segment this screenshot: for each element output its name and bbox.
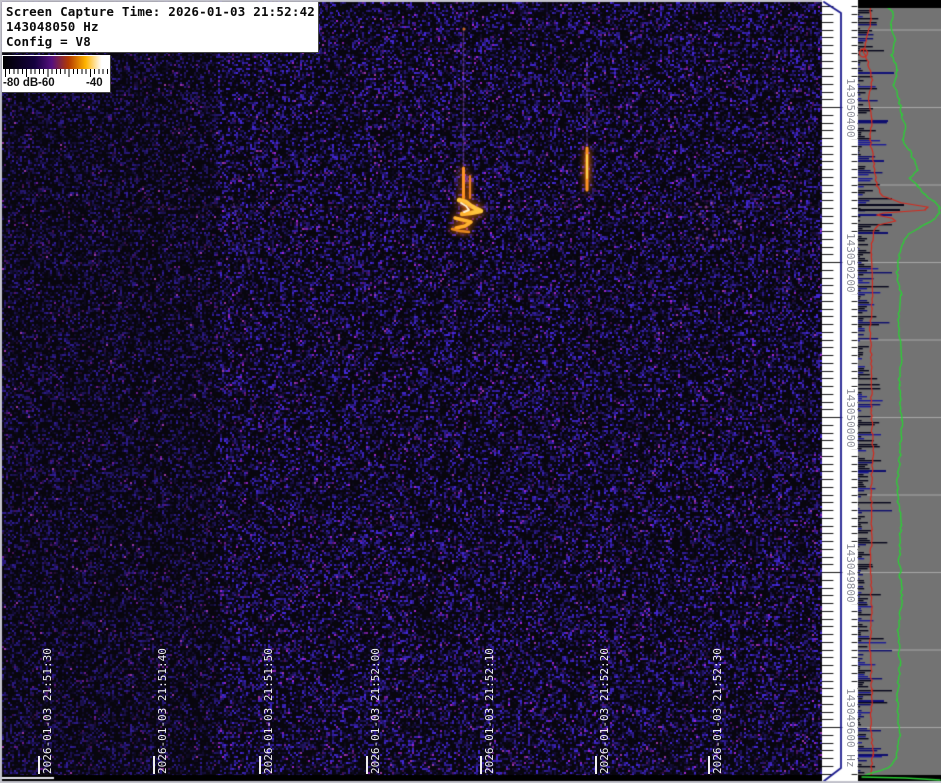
colorbar-gradient xyxy=(3,56,109,69)
capture-info-box: Screen Capture Time: 2026-01-03 21:52:42… xyxy=(2,2,319,53)
colorbar: -80 dB-60 -40 xyxy=(2,55,111,93)
frequency-readout: 143048050 Hz xyxy=(6,19,314,34)
colorbar-label: -40 xyxy=(86,77,103,89)
colorbar-label: -80 dB xyxy=(3,77,38,89)
spectrum-lab-capture: Screen Capture Time: 2026-01-03 21:52:42… xyxy=(0,0,941,783)
capture-time-text: Screen Capture Time: 2026-01-03 21:52:42… xyxy=(6,4,314,19)
colorbar-label: -60 xyxy=(38,77,55,89)
spectrogram-canvas xyxy=(0,0,941,783)
colorbar-ticks xyxy=(3,69,109,77)
config-label: Config = V8 xyxy=(6,34,314,49)
colorbar-labels: -80 dB-60 -40 xyxy=(2,77,110,92)
